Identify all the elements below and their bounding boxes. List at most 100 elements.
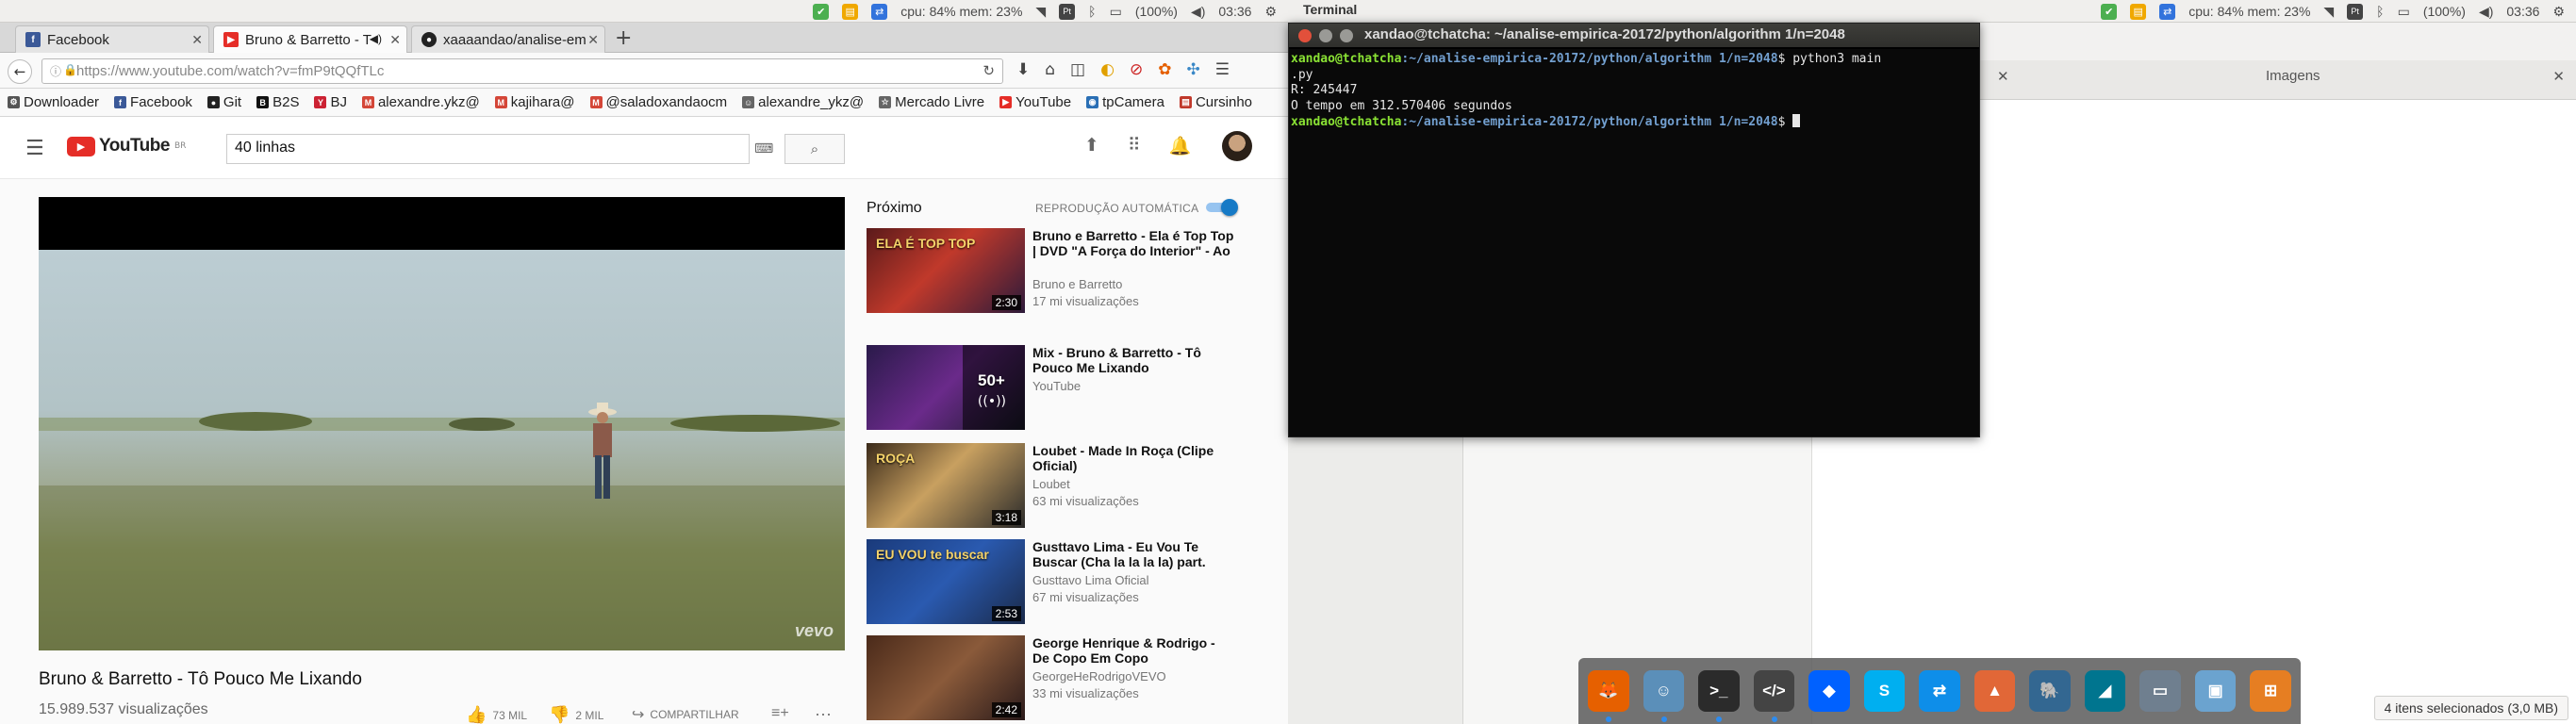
addon-icon[interactable]: ◫ xyxy=(1070,60,1085,79)
url-bar[interactable]: ⓘ 🔒 https://www.youtube.com/watch?v=fmP9… xyxy=(41,58,1003,84)
terminal-titlebar[interactable]: xandao@tchatcha: ~/analise-empirica-2017… xyxy=(1289,24,1979,47)
battery-icon[interactable]: ▭ xyxy=(2398,4,2410,20)
close-tab-icon[interactable]: ✕ xyxy=(389,32,401,48)
add-to-playlist-icon[interactable]: ≡+ xyxy=(771,705,789,722)
close-tab-icon[interactable]: ✕ xyxy=(1997,68,2009,85)
clock[interactable]: 03:36 xyxy=(1218,4,1251,19)
battery-percent[interactable]: (100%) xyxy=(2423,4,2466,19)
reload-icon[interactable]: ↻ xyxy=(983,62,995,79)
bookmark-item[interactable]: Malexandre.ykz@ xyxy=(361,94,480,110)
postgres-launcher-icon[interactable]: 🐘 xyxy=(2029,670,2071,712)
recommended-video[interactable]: ROÇA 3:18 Loubet - Made In Roça (Clipe Ofi… xyxy=(867,443,1272,532)
bluetooth-icon[interactable]: ᛒ xyxy=(2376,4,2384,19)
recommended-video-title[interactable]: Bruno e Barretto - Ela é Top Top | DVD "… xyxy=(1032,228,1235,258)
channel-name[interactable]: Loubet xyxy=(1032,477,1070,491)
maximize-window-button[interactable] xyxy=(1340,29,1353,42)
back-button[interactable]: ← xyxy=(8,59,32,84)
youtube-logo[interactable]: ▶ YouTube BR xyxy=(67,136,186,156)
close-window-button[interactable] xyxy=(1298,29,1312,42)
channel-name[interactable]: YouTube xyxy=(1032,379,1081,393)
bookmark-item[interactable]: Mkajihara@ xyxy=(494,94,575,110)
bookmark-item[interactable]: B B2S xyxy=(256,94,299,110)
tab-github[interactable]: ● xaaaandao/analise-em ✕ xyxy=(411,25,605,53)
extension-icon-3[interactable]: ✣ xyxy=(1186,60,1199,79)
bell-icon[interactable]: 🔔 xyxy=(1169,135,1192,156)
notification-icon[interactable]: ⊘ xyxy=(1130,60,1143,79)
power-icon[interactable]: ⚙ xyxy=(1264,4,1277,20)
tab-imagens[interactable]: Imagens xyxy=(2266,68,2320,84)
volume-icon[interactable]: ◀) xyxy=(1191,4,1205,20)
close-tab-icon[interactable]: ✕ xyxy=(587,32,599,48)
menu-icon[interactable]: ☰ xyxy=(1215,60,1230,79)
virtualbox-launcher-icon[interactable]: ▣ xyxy=(2194,670,2237,712)
channel-name[interactable]: Bruno e Barretto xyxy=(1032,277,1122,291)
bookmark-item[interactable]: ⚙ Downloader xyxy=(8,94,99,110)
search-input[interactable]: 40 linhas xyxy=(226,134,750,164)
channel-name[interactable]: Gusttavo Lima Oficial xyxy=(1032,573,1149,587)
bluetooth-icon[interactable]: ᛒ xyxy=(1088,4,1096,19)
channel-name[interactable]: GeorgeHeRodrigoVEVO xyxy=(1032,669,1166,683)
video-thumbnail[interactable]: 50+ ((•)) xyxy=(867,345,1025,430)
home-icon[interactable]: ⌂ xyxy=(1045,60,1055,79)
cpu-mem-indicator[interactable]: cpu: 84% mem: 23% xyxy=(2188,4,2310,19)
keyboard-layout-icon[interactable]: Pt xyxy=(2347,3,2364,20)
teamviewer-tray-icon[interactable]: ⇄ xyxy=(2159,3,2176,20)
tab-facebook[interactable]: f Facebook ✕ xyxy=(15,25,209,53)
keyboard-layout-icon[interactable]: Pt xyxy=(1059,3,1076,20)
avatar[interactable] xyxy=(1222,131,1252,161)
wifi-icon[interactable]: ◥ xyxy=(2323,4,2334,20)
volume-icon[interactable]: ◀) xyxy=(2479,4,2493,20)
download-icon[interactable]: ⬇ xyxy=(1016,60,1030,79)
bookmark-item[interactable]: ◉ tpCamera xyxy=(1086,94,1164,110)
bookmark-item[interactable]: ☺ alexandre_ykz@ xyxy=(742,94,864,110)
terminal-window[interactable]: xandao@tchatcha: ~/analise-empirica-2017… xyxy=(1288,23,1980,437)
wifi-icon[interactable]: ◥ xyxy=(1035,4,1046,20)
files-launcher-icon[interactable]: ☺ xyxy=(1643,670,1685,722)
cpu-mem-indicator[interactable]: cpu: 84% mem: 23% xyxy=(900,4,1022,19)
info-icon[interactable]: ⓘ xyxy=(50,63,61,79)
terminal-output[interactable]: xandao@tchatcha:~/analise-empirica-20172… xyxy=(1289,49,1979,436)
battery-icon[interactable]: ▭ xyxy=(1110,4,1122,20)
recommended-video[interactable]: 50+ ((•)) Mix - Bruno & Barretto - Tô Pouc… xyxy=(867,345,1272,434)
terminal-launcher-icon[interactable]: >_ xyxy=(1698,670,1740,722)
video-thumbnail[interactable]: 2:42 xyxy=(867,635,1025,720)
bookmark-item[interactable]: Y BJ xyxy=(314,94,347,110)
upload-icon[interactable]: ⬆ xyxy=(1084,135,1099,156)
teamviewer-launcher-icon[interactable]: ⇄ xyxy=(1919,670,1960,712)
dropbox-launcher-icon[interactable]: ◆ xyxy=(1808,670,1850,712)
close-tab-icon[interactable]: ✕ xyxy=(191,32,203,48)
keyboard-icon[interactable]: ⌨ xyxy=(754,141,773,156)
shield-icon[interactable]: ✔ xyxy=(2101,3,2118,20)
recommended-video-title[interactable]: Gusttavo Lima - Eu Vou Te Buscar (Cha la… xyxy=(1032,539,1235,569)
network-launcher-icon[interactable]: ⊞ xyxy=(2250,670,2291,712)
bookmark-item[interactable]: ☆ Mercado Livre xyxy=(879,94,984,110)
teamviewer-tray-icon[interactable]: ⇄ xyxy=(871,3,888,20)
hamburger-menu-icon[interactable]: ☰ xyxy=(25,137,44,160)
bookmark-item[interactable]: ▶ YouTube xyxy=(999,94,1071,110)
url-text[interactable]: https://www.youtube.com/watch?v=fmP9tQQf… xyxy=(76,63,384,79)
recommended-video-title[interactable]: Loubet - Made In Roça (Clipe Oficial) xyxy=(1032,443,1235,473)
recommended-video-title[interactable]: George Henrique & Rodrigo - De Copo Em C… xyxy=(1032,635,1235,666)
bookmark-item[interactable]: M @saladoxandaocm xyxy=(589,94,727,110)
like-button[interactable]: 👍 73 MIL xyxy=(466,705,527,724)
tab-youtube-video[interactable]: ▶ Bruno & Barretto - T ◀) ✕ xyxy=(213,25,407,53)
close-tab-icon[interactable]: ✕ xyxy=(2552,68,2565,85)
dislike-button[interactable]: 👎 2 MIL xyxy=(549,705,603,724)
battery-percent[interactable]: (100%) xyxy=(1135,4,1178,19)
apps-grid-icon[interactable]: ⠿ xyxy=(1128,135,1141,156)
video-thumbnail[interactable]: EU VOU te buscar 2:53 xyxy=(867,539,1025,624)
bookmark-item[interactable]: ▤ Cursinho xyxy=(1179,94,1252,110)
recommended-video[interactable]: EU VOU te buscar 2:53 Gusttavo Lima - Eu V… xyxy=(867,539,1272,628)
clock[interactable]: 03:36 xyxy=(2506,4,2539,19)
scanner-launcher-icon[interactable]: ▭ xyxy=(2139,670,2181,712)
share-button[interactable]: ↪ COMPARTILHAR xyxy=(632,705,739,724)
extension-icon[interactable]: ◐ xyxy=(1100,60,1115,79)
search-button[interactable]: ⌕ xyxy=(784,134,845,164)
new-tab-button[interactable]: + xyxy=(615,26,632,50)
bookmark-item[interactable]: f Facebook xyxy=(114,94,192,110)
power-icon[interactable]: ⚙ xyxy=(2552,4,2565,20)
recommended-video[interactable]: 2:42 George Henrique & Rodrigo - De Copo … xyxy=(867,635,1272,724)
video-thumbnail[interactable]: ROÇA 3:18 xyxy=(867,443,1025,528)
shield-icon[interactable]: ✔ xyxy=(813,3,830,20)
speaker-icon[interactable]: ◀) xyxy=(370,32,382,45)
